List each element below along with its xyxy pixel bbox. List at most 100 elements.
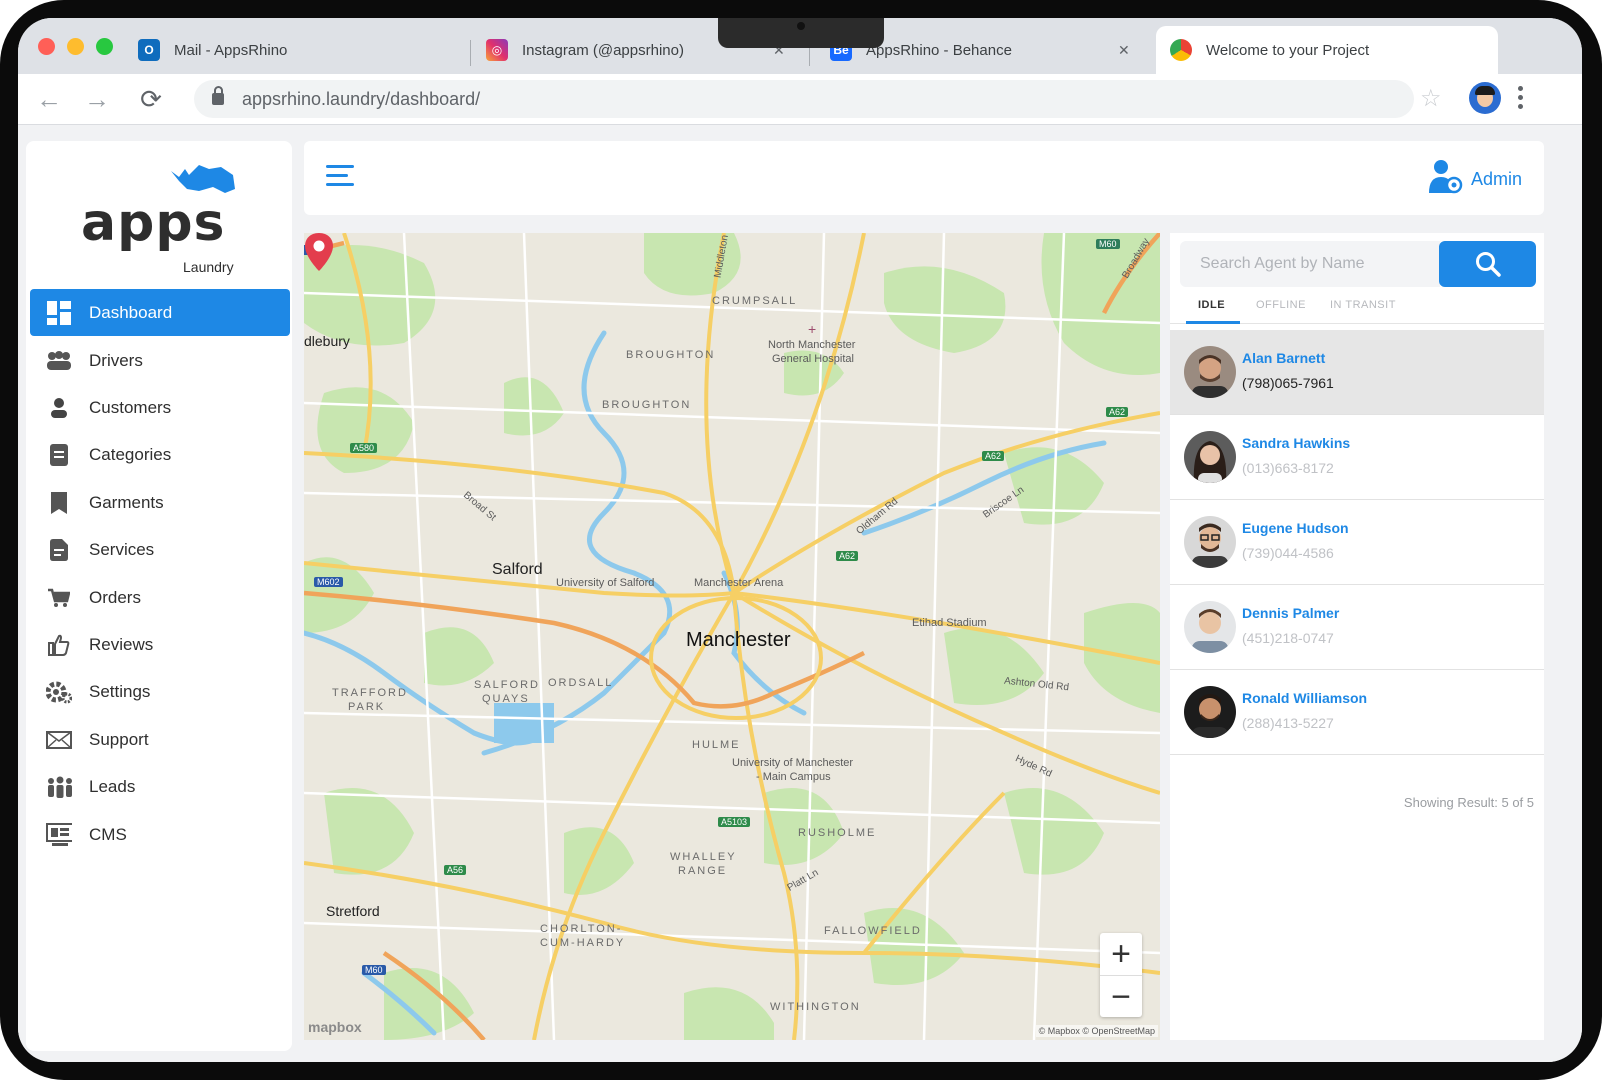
admin-menu[interactable]: Admin	[1427, 159, 1522, 200]
sidebar-menu: Dashboard Drivers Customers Categories G…	[30, 289, 290, 858]
map-view[interactable]: M60 A580 M602 A62 A62 A62 A56 A5103 M60 …	[304, 233, 1160, 1040]
sidebar-item-label: Dashboard	[89, 302, 173, 322]
close-tab-icon[interactable]: ✕	[1118, 42, 1130, 59]
sidebar-item-label: Settings	[89, 682, 151, 702]
maximize-window-button[interactable]	[96, 38, 113, 55]
sidebar-item-support[interactable]: Support	[30, 716, 290, 763]
map-label: University of Salford	[556, 577, 655, 589]
road-shield: A62	[1106, 407, 1129, 417]
sidebar-item-label: Reviews	[89, 635, 154, 655]
tab-idle[interactable]: IDLE	[1198, 299, 1225, 311]
leads-icon	[46, 775, 72, 799]
sidebar-item-leads[interactable]: Leads	[30, 764, 290, 811]
sidebar-item-drivers[interactable]: Drivers	[30, 337, 290, 384]
active-tab-indicator	[1186, 321, 1240, 324]
minimize-window-button[interactable]	[67, 38, 84, 55]
admin-label: Admin	[1470, 169, 1522, 189]
map-label: General Hospital	[772, 353, 854, 365]
browser-tab-project[interactable]: Welcome to your Project	[1156, 26, 1498, 74]
mapbox-logo[interactable]: mapbox	[308, 1019, 362, 1035]
sidebar-item-label: Categories	[89, 445, 172, 465]
map-label: Etihad Stadium	[912, 617, 987, 629]
gear-icon	[46, 680, 72, 704]
sidebar-item-label: Services	[89, 540, 155, 560]
sidebar-item-garments[interactable]: Garments	[30, 479, 290, 526]
agent-search	[1180, 241, 1536, 287]
sidebar-item-settings[interactable]: Settings	[30, 669, 290, 716]
agent-search-input[interactable]	[1180, 241, 1440, 287]
road-shield: A62	[982, 451, 1005, 461]
close-window-button[interactable]	[38, 38, 55, 55]
agent-phone: (739)044-4586	[1242, 545, 1334, 561]
sidebar-item-reviews[interactable]: Reviews	[30, 621, 290, 668]
agent-name: Dennis Palmer	[1242, 605, 1340, 621]
zoom-controls: + −	[1100, 933, 1142, 1017]
tab-in-transit[interactable]: IN TRANSIT	[1330, 299, 1396, 311]
sidebar-item-cms[interactable]: CMS	[30, 811, 290, 858]
tab-offline[interactable]: OFFLINE	[1256, 299, 1306, 311]
map-label: WITHINGTON	[770, 1001, 861, 1013]
agent-row[interactable]: Dennis Palmer (451)218-0747	[1170, 585, 1544, 670]
map-label: WHALLEY	[670, 851, 737, 863]
road-shield: A62	[836, 551, 859, 561]
zoom-out-button[interactable]: −	[1100, 975, 1142, 1018]
location-pin-icon[interactable]	[304, 233, 334, 273]
map-label: CRUMPSALL	[712, 295, 798, 307]
browser-tab-instagram[interactable]: ◎ Instagram (@appsrhino)	[486, 26, 684, 74]
avatar	[1184, 431, 1236, 483]
map-label: North Manchester	[768, 339, 856, 351]
back-icon[interactable]: ←	[34, 84, 64, 114]
app-area: apps Laundry Dashboard Drivers Customers…	[18, 125, 1582, 1062]
avatar	[1184, 516, 1236, 568]
cart-icon	[46, 586, 72, 610]
sidebar-item-label: Leads	[89, 777, 136, 797]
sidebar-item-label: CMS	[89, 824, 127, 844]
search-button[interactable]	[1439, 241, 1536, 287]
garments-icon	[46, 491, 72, 515]
agent-name: Ronald Williamson	[1242, 690, 1368, 706]
camera-notch	[718, 18, 884, 48]
map-label: RANGE	[678, 865, 728, 877]
brand-subtitle: Laundry	[183, 259, 234, 275]
agent-row[interactable]: Alan Barnett (798)065-7961	[1170, 330, 1544, 415]
zoom-in-button[interactable]: +	[1100, 933, 1142, 975]
sidebar-item-services[interactable]: Services	[30, 527, 290, 574]
forward-icon[interactable]: →	[82, 84, 112, 114]
agent-name: Eugene Hudson	[1242, 520, 1349, 536]
thumbs-up-icon	[46, 633, 72, 657]
map-attribution[interactable]: © Mapbox © OpenStreetMap	[1035, 1025, 1158, 1037]
map-label: SALFORD	[474, 679, 540, 691]
map-label: CUM-HARDY	[540, 937, 626, 949]
menu-toggle-icon[interactable]	[326, 165, 354, 192]
road-shield: M602	[314, 577, 343, 587]
url-text: appsrhino.laundry/dashboard/	[242, 88, 481, 109]
map-label: dlebury	[304, 333, 350, 349]
sidebar-item-label: Drivers	[89, 350, 143, 370]
map-label: University of Manchester	[732, 757, 854, 769]
tab-title: Instagram (@appsrhino)	[522, 41, 684, 59]
city-label: Manchester	[686, 629, 791, 651]
dashboard-icon	[46, 300, 72, 325]
agents-panel: IDLE OFFLINE IN TRANSIT Alan Barnett (79…	[1170, 233, 1544, 1040]
sidebar-item-dashboard[interactable]: Dashboard	[30, 289, 290, 336]
search-icon	[1475, 252, 1501, 277]
categories-icon	[46, 443, 72, 467]
map-label: Stretford	[326, 903, 380, 919]
profile-avatar[interactable]	[1469, 82, 1501, 114]
agent-row[interactable]: Sandra Hawkins (013)663-8172	[1170, 415, 1544, 500]
reload-icon[interactable]: ⟳	[136, 84, 166, 114]
agent-row[interactable]: Ronald Williamson (288)413-5227	[1170, 670, 1544, 755]
hospital-icon: +	[808, 321, 817, 337]
agent-row[interactable]: Eugene Hudson (739)044-4586	[1170, 500, 1544, 585]
sidebar-item-customers[interactable]: Customers	[30, 384, 290, 431]
map-label: HULME	[692, 739, 741, 751]
sidebar-item-categories[interactable]: Categories	[30, 432, 290, 479]
browser-tab-mail[interactable]: O Mail - AppsRhino	[138, 26, 287, 74]
map-label: QUAYS	[482, 693, 530, 705]
sidebar-item-orders[interactable]: Orders	[30, 574, 290, 621]
address-bar[interactable]: appsrhino.laundry/dashboard/	[194, 80, 1414, 118]
bookmark-star-icon[interactable]: ☆	[1420, 84, 1442, 113]
browser-menu-icon[interactable]	[1518, 86, 1524, 113]
sidebar-item-label: Garments	[89, 492, 164, 512]
screen: O Mail - AppsRhino ◎ Instagram (@appsrhi…	[18, 18, 1582, 1062]
